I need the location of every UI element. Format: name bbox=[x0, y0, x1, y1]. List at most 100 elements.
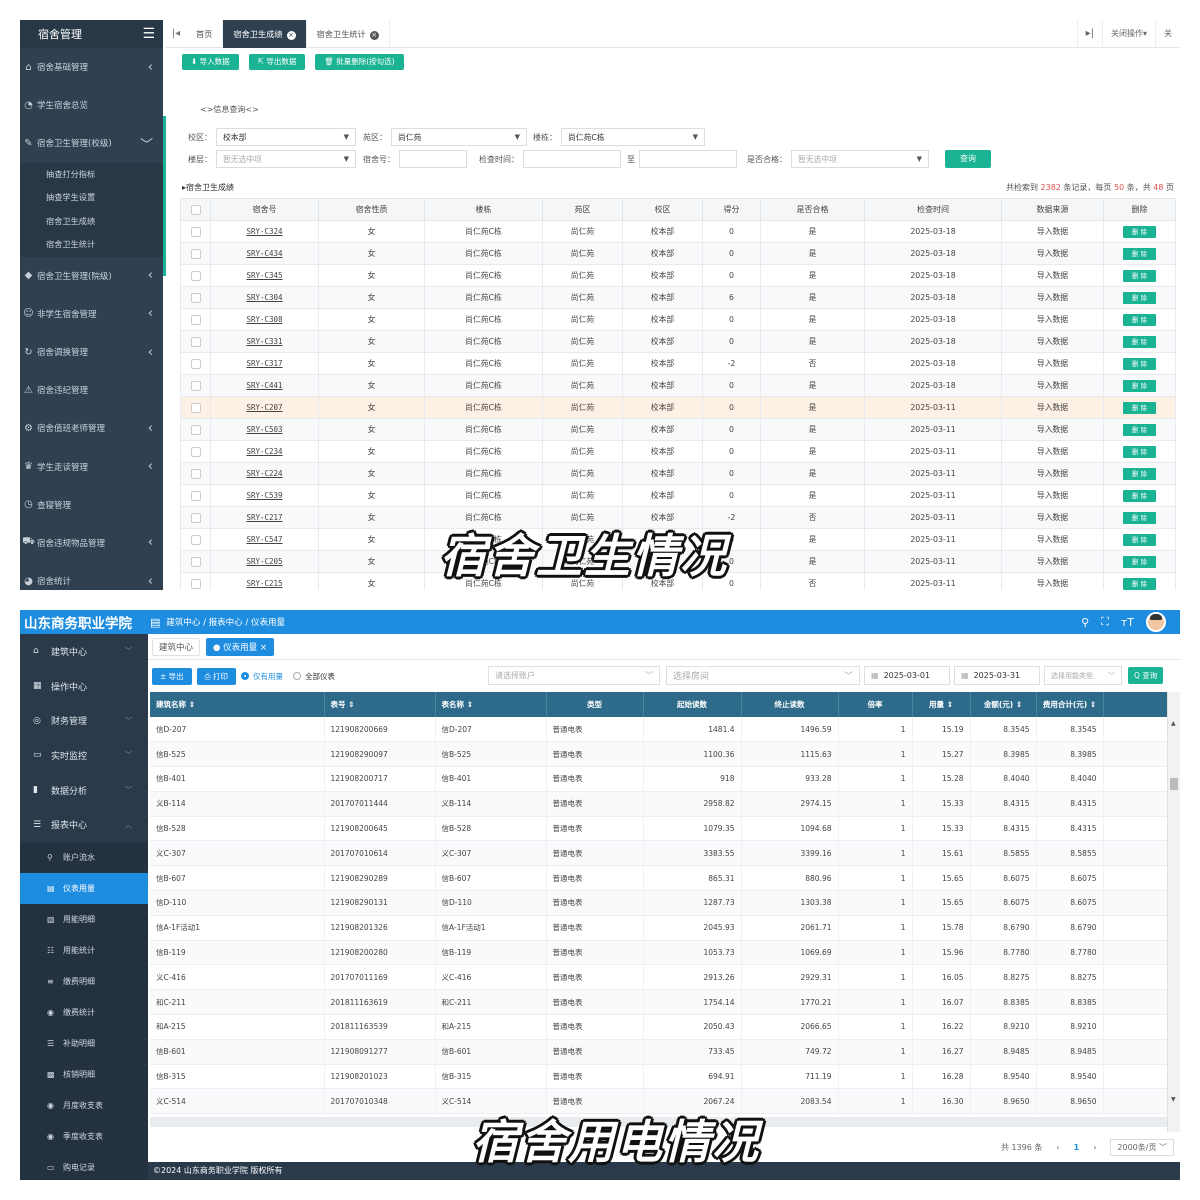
floor-select[interactable]: 暂无选中项 ▼ bbox=[216, 150, 356, 168]
campus-select[interactable]: 校本部 ▼ bbox=[216, 128, 356, 146]
checkbox[interactable] bbox=[190, 446, 201, 457]
query-button[interactable]: 查询 bbox=[945, 150, 991, 168]
close-ops-button[interactable]: 关闭操作▾ bbox=[1101, 20, 1155, 48]
checkbox[interactable] bbox=[190, 248, 201, 259]
sidebar-subitem[interactable]: ▩ 核销明细 bbox=[20, 1059, 148, 1091]
column-header[interactable]: 用量 ⇕ bbox=[912, 692, 971, 717]
sidebar-item[interactable]: ⚙ 宿舍值班老师管理 ‹ bbox=[20, 409, 163, 447]
sidebar-item[interactable]: ✎ 宿舍卫生管理(校级) ﹀ bbox=[20, 124, 163, 162]
fullscreen-icon[interactable]: ⛶ bbox=[1101, 615, 1109, 629]
room-link[interactable]: SRY-C324 bbox=[210, 220, 319, 243]
next-page-button[interactable]: › bbox=[1093, 1143, 1096, 1152]
checkbox[interactable] bbox=[190, 314, 201, 325]
delete-button[interactable]: 删 除 bbox=[1122, 445, 1157, 458]
room-link[interactable]: SRY-C217 bbox=[210, 506, 319, 529]
sidebar-item[interactable]: ◆ 宿舍卫生管理(院级) ‹ bbox=[20, 257, 163, 295]
room-link[interactable]: SRY-C345 bbox=[210, 264, 319, 287]
delete-button[interactable]: 删 除 bbox=[1122, 467, 1157, 480]
delete-button[interactable]: 删 除 bbox=[1122, 225, 1157, 238]
sidebar-subitem[interactable]: 宿舍卫生成绩 bbox=[20, 210, 163, 234]
sidebar-subitem[interactable]: ▧ 用能明细 bbox=[20, 904, 148, 936]
room-link[interactable]: SRY-C547 bbox=[210, 528, 319, 551]
sidebar-item[interactable]: ↻ 宿舍调换管理 ‹ bbox=[20, 333, 163, 371]
sidebar-item[interactable]: ♛ 学生走读管理 ‹ bbox=[20, 448, 163, 486]
close-icon[interactable]: × bbox=[286, 30, 296, 40]
sidebar-subitem[interactable]: 宿舍卫生统计 bbox=[20, 233, 163, 257]
column-header[interactable]: 费用合计(元) ⇕ bbox=[1036, 692, 1104, 717]
menu-toggle-icon[interactable]: ▤ bbox=[150, 616, 160, 629]
checkbox[interactable] bbox=[190, 424, 201, 435]
room-link[interactable]: SRY-C304 bbox=[210, 286, 319, 309]
room-link[interactable]: SRY-C317 bbox=[210, 352, 319, 375]
checkbox[interactable] bbox=[190, 358, 201, 369]
pass-select[interactable]: 暂无选中项 ▼ bbox=[791, 150, 929, 168]
page-number[interactable]: 1 bbox=[1074, 1143, 1080, 1152]
room-link[interactable]: SRY-C207 bbox=[210, 396, 319, 419]
yard-select[interactable]: 尚仁苑 ▼ bbox=[391, 128, 527, 146]
sidebar-subitem[interactable]: 抽查打分指标 bbox=[20, 163, 163, 187]
query-button[interactable]: Q 查询 bbox=[1128, 667, 1164, 684]
room-link[interactable]: SRY-C224 bbox=[210, 462, 319, 485]
sidebar-item[interactable]: ◕ 宿舍统计 ‹ bbox=[20, 562, 163, 590]
close-button[interactable]: 关 bbox=[1155, 20, 1180, 48]
sidebar-item[interactable]: ⛟ 宿舍违规物品管理 ‹ bbox=[20, 524, 163, 562]
tab-hygiene-score[interactable]: 宿舍卫生成绩 × bbox=[223, 20, 307, 48]
delete-button[interactable]: 删 除 bbox=[1122, 511, 1157, 524]
sidebar-item[interactable]: ☰ 报表中心 ︿ bbox=[20, 807, 148, 842]
delete-button[interactable]: 删 除 bbox=[1122, 291, 1157, 304]
checkbox[interactable] bbox=[190, 512, 201, 523]
date-end-input[interactable]: ▦ 2025-03-31 bbox=[954, 666, 1040, 685]
sidebar-item[interactable]: ▦ 操作中心 bbox=[20, 669, 148, 704]
delete-button[interactable]: 删 除 bbox=[1122, 423, 1157, 436]
room-link[interactable]: SRY-C539 bbox=[210, 484, 319, 507]
checkbox[interactable] bbox=[190, 468, 201, 479]
radio-all-meters[interactable]: 全部仪表 bbox=[293, 671, 335, 682]
date-start-input[interactable]: ▦ 2025-03-01 bbox=[864, 666, 950, 685]
sidebar-subitem[interactable]: 抽查学生设置 bbox=[20, 186, 163, 210]
checkbox[interactable] bbox=[190, 292, 201, 303]
column-header[interactable]: 表名称 ⇕ bbox=[435, 692, 547, 717]
sidebar-subitem[interactable]: ▭ 购电记录 bbox=[20, 1152, 148, 1180]
font-size-icon[interactable]: тT bbox=[1121, 616, 1134, 629]
delete-button[interactable]: 删 除 bbox=[1122, 247, 1157, 260]
scroll-thumb[interactable] bbox=[1170, 778, 1178, 790]
room-link[interactable]: SRY-C434 bbox=[210, 242, 319, 265]
column-header[interactable]: 表号 ⇕ bbox=[324, 692, 436, 717]
sidebar-subitem[interactable]: ⚲ 账户流水 bbox=[20, 842, 148, 874]
sidebar-subitem[interactable]: ◉ 月度收支表 bbox=[20, 1090, 148, 1122]
column-header[interactable]: 金额(元) ⇕ bbox=[970, 692, 1037, 717]
sidebar-subitem[interactable]: ☷ 用能统计 bbox=[20, 935, 148, 967]
building-select[interactable]: 尚仁苑C栋 ▼ bbox=[561, 128, 705, 146]
column-header[interactable]: 建筑名称 ⇕ bbox=[150, 692, 325, 717]
checkbox[interactable] bbox=[190, 336, 201, 347]
room-link[interactable]: SRY-C205 bbox=[210, 550, 319, 573]
sidebar-subitem[interactable]: ◉ 季度收支表 bbox=[20, 1121, 148, 1153]
vertical-scrollbar[interactable]: ▲ ▼ bbox=[1167, 692, 1180, 1132]
checkbox[interactable] bbox=[190, 534, 201, 545]
tab-next-icon[interactable]: ▸| bbox=[1076, 20, 1102, 48]
room-select[interactable]: 选择房间 ﹀ bbox=[666, 666, 860, 685]
sidebar-item[interactable]: ⌂ 宿舍基础管理 ‹ bbox=[20, 48, 163, 86]
sidebar-subitem[interactable]: ◉ 缴费统计 bbox=[20, 997, 148, 1029]
avatar[interactable] bbox=[1146, 612, 1166, 632]
checkbox[interactable] bbox=[190, 226, 201, 237]
delete-button[interactable]: 删 除 bbox=[1122, 489, 1157, 502]
time-start-input[interactable] bbox=[523, 150, 621, 168]
sidebar-subitem[interactable]: ≡ 缴费明细 bbox=[20, 966, 148, 998]
checkbox[interactable] bbox=[190, 402, 201, 413]
scroll-up-icon[interactable]: ▲ bbox=[1171, 720, 1176, 727]
print-button[interactable]: ⎙ 打印 bbox=[196, 667, 237, 685]
delete-button[interactable]: 删 除 bbox=[1122, 555, 1157, 568]
page-size-select[interactable]: 2000条/页 ﹀ bbox=[1110, 1138, 1174, 1156]
sidebar-item[interactable]: ☺ 非学生宿舍管理 ‹ bbox=[20, 295, 163, 333]
sidebar-item[interactable]: ⌂ 建筑中心 ﹀ bbox=[20, 634, 148, 669]
sidebar-item[interactable]: ▮ 数据分析 ﹀ bbox=[20, 773, 148, 808]
checkbox[interactable] bbox=[190, 204, 201, 215]
prev-page-button[interactable]: ‹ bbox=[1056, 1143, 1059, 1152]
tab-hygiene-stats[interactable]: 宿舍卫生统计 × bbox=[307, 20, 390, 48]
room-link[interactable]: SRY-C308 bbox=[210, 308, 319, 331]
room-link[interactable]: SRY-C215 bbox=[210, 572, 319, 590]
export-button[interactable]: ± 导出 bbox=[152, 667, 192, 685]
checkbox[interactable] bbox=[190, 380, 201, 391]
sidebar-item[interactable]: ◷ 查寝管理 bbox=[20, 486, 163, 524]
